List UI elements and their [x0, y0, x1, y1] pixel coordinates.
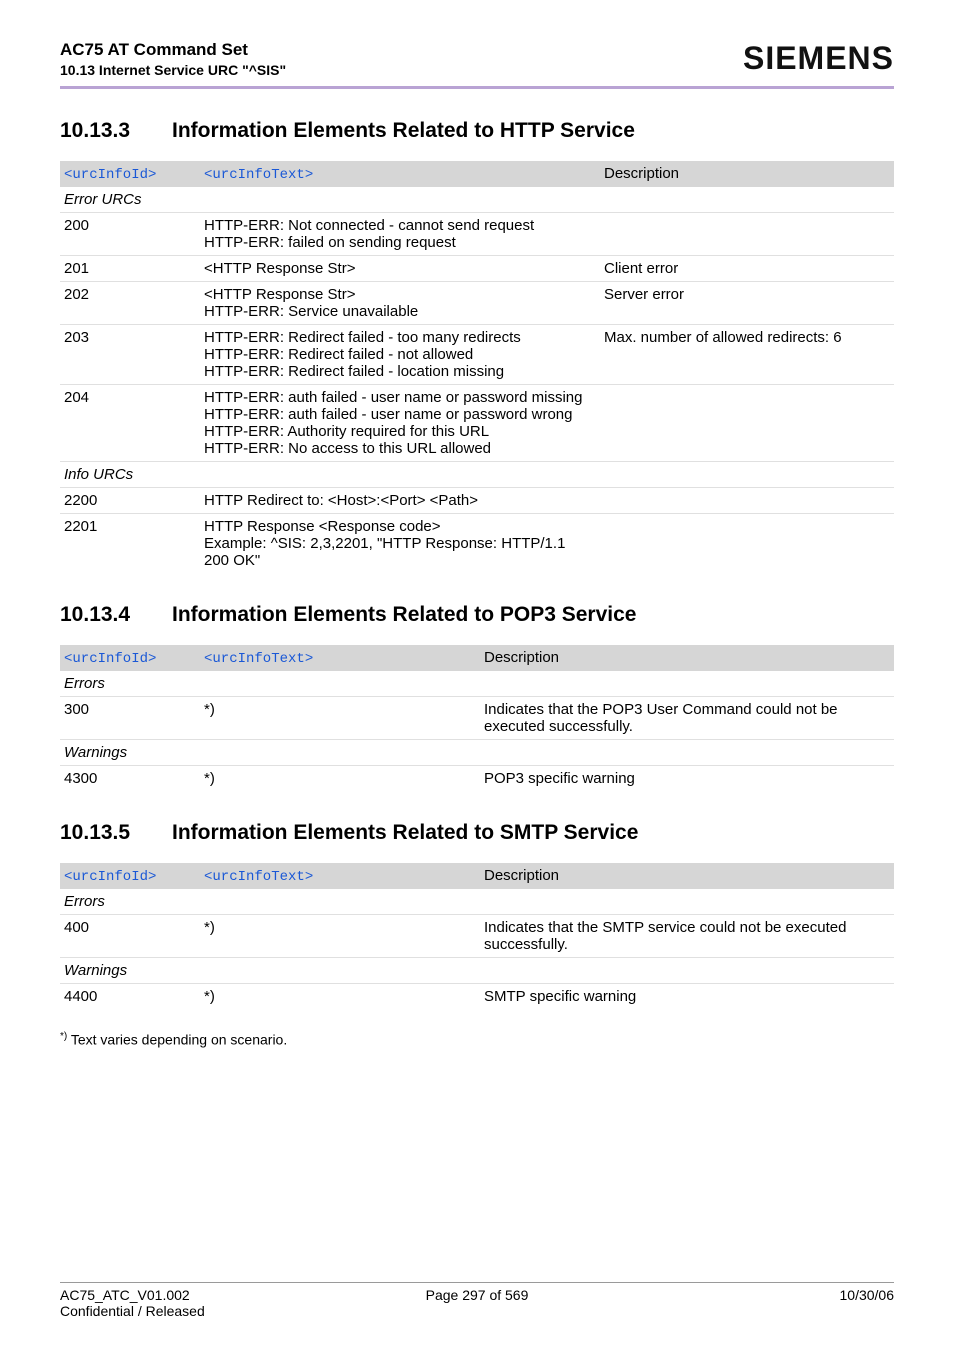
- urc-info-id-label: <urcInfoId>: [64, 651, 156, 667]
- cell-text: HTTP-ERR: Not connected - cannot send re…: [200, 213, 600, 256]
- footnote-text: Text varies depending on scenario.: [67, 1032, 287, 1048]
- cell-id: 4400: [60, 984, 200, 1010]
- table-row: 203HTTP-ERR: Redirect failed - too many …: [60, 325, 894, 385]
- col-header-id: <urcInfoId>: [60, 863, 200, 889]
- urc-info-id-label: <urcInfoId>: [64, 167, 156, 183]
- cell-desc: [600, 213, 894, 256]
- table-row: 400*)Indicates that the SMTP service cou…: [60, 915, 894, 958]
- col-header-id: <urcInfoId>: [60, 645, 200, 671]
- header-divider: [60, 86, 894, 89]
- table-row: 202<HTTP Response Str> HTTP-ERR: Service…: [60, 282, 894, 325]
- cell-text: <HTTP Response Str>: [200, 256, 600, 282]
- footer-status: Confidential / Released: [60, 1303, 894, 1319]
- table-row: 2201HTTP Response <Response code> Exampl…: [60, 514, 894, 574]
- cell-id: 201: [60, 256, 200, 282]
- group-label: Errors: [60, 671, 894, 697]
- cell-text: *): [200, 915, 480, 958]
- section-heading: 10.13.4Information Elements Related to P…: [60, 603, 894, 627]
- section-number: 10.13.3: [60, 119, 172, 143]
- col-header-text: <urcInfoText>: [200, 161, 600, 187]
- group-label: Warnings: [60, 958, 894, 984]
- col-header-desc: Description: [480, 863, 894, 889]
- cell-text: *): [200, 766, 480, 792]
- section-number: 10.13.5: [60, 821, 172, 845]
- table-row: 204HTTP-ERR: auth failed - user name or …: [60, 385, 894, 462]
- section-title: Information Elements Related to HTTP Ser…: [172, 119, 635, 143]
- cell-desc: Indicates that the SMTP service could no…: [480, 915, 894, 958]
- urc-info-text-label: <urcInfoText>: [204, 869, 313, 885]
- cell-desc: Server error: [600, 282, 894, 325]
- cell-id: 203: [60, 325, 200, 385]
- col-header-desc: Description: [480, 645, 894, 671]
- info-table: <urcInfoId> <urcInfoText> DescriptionError…: [60, 863, 894, 1009]
- cell-desc: [600, 514, 894, 574]
- cell-desc: POP3 specific warning: [480, 766, 894, 792]
- cell-id: 4300: [60, 766, 200, 792]
- cell-text: HTTP-ERR: Redirect failed - too many red…: [200, 325, 600, 385]
- footer-divider: [60, 1282, 894, 1283]
- cell-id: 200: [60, 213, 200, 256]
- group-label: Error URCs: [60, 187, 894, 213]
- col-header-text: <urcInfoText>: [200, 863, 480, 889]
- table-row: 300*)Indicates that the POP3 User Comman…: [60, 697, 894, 740]
- section-number: 10.13.4: [60, 603, 172, 627]
- group-label: Info URCs: [60, 462, 894, 488]
- footnote: *) Text varies depending on scenario.: [60, 1031, 894, 1048]
- cell-text: *): [200, 984, 480, 1010]
- table-row: 201<HTTP Response Str>Client error: [60, 256, 894, 282]
- table-row: 4400*)SMTP specific warning: [60, 984, 894, 1010]
- cell-id: 400: [60, 915, 200, 958]
- section-title: Information Elements Related to POP3 Ser…: [172, 603, 636, 627]
- group-label: Errors: [60, 889, 894, 915]
- cell-text: HTTP Redirect to: <Host>:<Port> <Path>: [200, 488, 600, 514]
- cell-id: 2201: [60, 514, 200, 574]
- cell-desc: Indicates that the POP3 User Command cou…: [480, 697, 894, 740]
- section-title: Information Elements Related to SMTP Ser…: [172, 821, 638, 845]
- cell-id: 300: [60, 697, 200, 740]
- table-row: 200HTTP-ERR: Not connected - cannot send…: [60, 213, 894, 256]
- urc-info-id-label: <urcInfoId>: [64, 869, 156, 885]
- col-header-text: <urcInfoText>: [200, 645, 480, 671]
- cell-id: 204: [60, 385, 200, 462]
- footer-right: 10/30/06: [616, 1287, 894, 1303]
- page-footer: AC75_ATC_V01.002 Page 297 of 569 10/30/0…: [60, 1282, 894, 1319]
- brand-logo: SIEMENS: [743, 40, 894, 77]
- cell-id: 2200: [60, 488, 200, 514]
- page-header: AC75 AT Command Set 10.13 Internet Servi…: [60, 40, 894, 78]
- col-header-id: <urcInfoId>: [60, 161, 200, 187]
- cell-desc: Client error: [600, 256, 894, 282]
- table-row: 4300*)POP3 specific warning: [60, 766, 894, 792]
- cell-text: <HTTP Response Str> HTTP-ERR: Service un…: [200, 282, 600, 325]
- cell-text: *): [200, 697, 480, 740]
- cell-text: HTTP Response <Response code> Example: ^…: [200, 514, 600, 574]
- section-heading: 10.13.3Information Elements Related to H…: [60, 119, 894, 143]
- cell-desc: [600, 385, 894, 462]
- urc-info-text-label: <urcInfoText>: [204, 651, 313, 667]
- section-heading: 10.13.5Information Elements Related to S…: [60, 821, 894, 845]
- cell-text: HTTP-ERR: auth failed - user name or pas…: [200, 385, 600, 462]
- doc-subtitle: 10.13 Internet Service URC "^SIS": [60, 62, 286, 78]
- cell-id: 202: [60, 282, 200, 325]
- table-row: 2200HTTP Redirect to: <Host>:<Port> <Pat…: [60, 488, 894, 514]
- cell-desc: SMTP specific warning: [480, 984, 894, 1010]
- group-label: Warnings: [60, 740, 894, 766]
- footer-center: Page 297 of 569: [338, 1287, 616, 1303]
- info-table: <urcInfoId> <urcInfoText> DescriptionError…: [60, 161, 894, 573]
- cell-desc: [600, 488, 894, 514]
- col-header-desc: Description: [600, 161, 894, 187]
- footer-left: AC75_ATC_V01.002: [60, 1287, 338, 1303]
- doc-title: AC75 AT Command Set: [60, 40, 286, 60]
- info-table: <urcInfoId> <urcInfoText> DescriptionError…: [60, 645, 894, 791]
- urc-info-text-label: <urcInfoText>: [204, 167, 313, 183]
- cell-desc: Max. number of allowed redirects: 6: [600, 325, 894, 385]
